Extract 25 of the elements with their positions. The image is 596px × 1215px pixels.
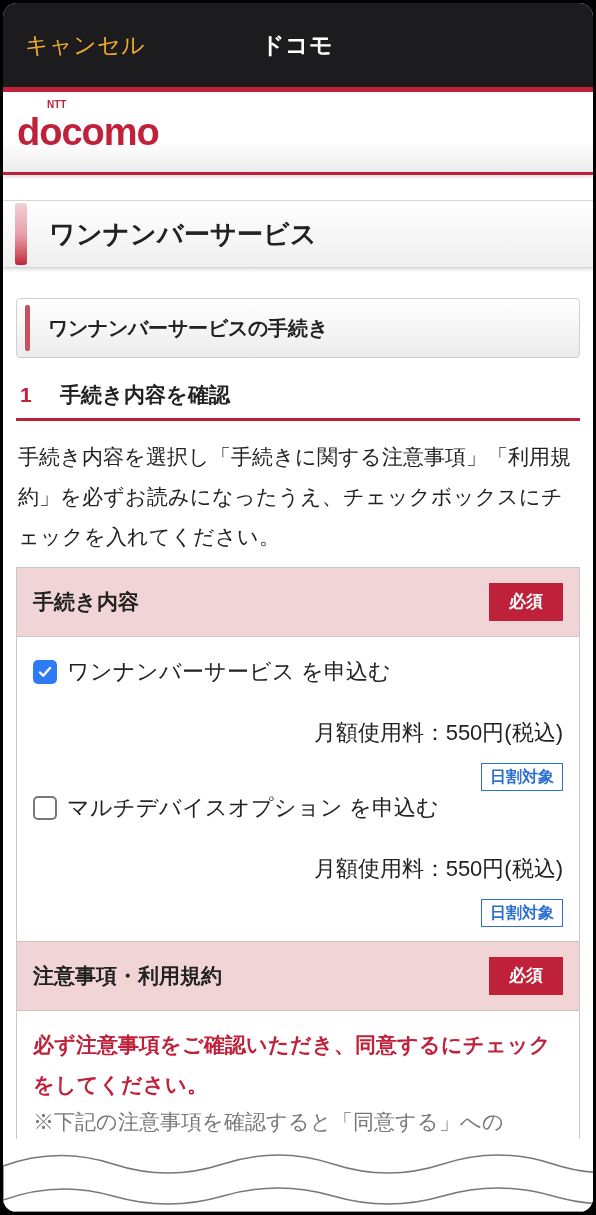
section-title: ワンナンバーサービスの手続き <box>48 316 328 341</box>
warning-text: 必ず注意事項をご確認いただき、同意するにチェックをしてください。 <box>33 1032 552 1098</box>
monthly-fee: 月額使用料：550円(税込) <box>313 719 563 747</box>
note-text: ※下記の注意事項を確認すると「同意する」への <box>33 1109 505 1135</box>
checkbox[interactable] <box>33 795 57 820</box>
option-checkbox[interactable]: ワンナンバーサービス を申込む <box>33 655 563 688</box>
required-badge: 必須 <box>489 583 563 621</box>
page-title: ワンナンバーサービス <box>49 217 317 251</box>
required-badge: 必須 <box>489 957 563 995</box>
option-checkbox[interactable]: マルチデバイスオプション を申込む <box>33 791 563 824</box>
section-heading: 注意事項・利用規約 <box>33 963 222 990</box>
step-number: 1 <box>20 382 33 409</box>
cancel-button[interactable]: キャンセル <box>25 27 145 63</box>
window-title: ドコモ <box>261 30 333 60</box>
instruction-text: 手続き内容を選択し「手続きに関する注意事項」「利用規約」を必ずお読みになったうえ、チェックボックスにチェックを入れてください。 <box>17 444 572 550</box>
section-heading: 手続き内容 <box>33 589 139 616</box>
accent-bar-icon <box>15 203 27 265</box>
step-title: 手続き内容を確認 <box>60 382 230 409</box>
prorated-tag: 日割対象 <box>481 763 563 791</box>
monthly-fee: 月額使用料：550円(税込) <box>313 855 563 883</box>
checkbox[interactable] <box>33 659 57 684</box>
logo-small-text: NTT <box>47 100 67 110</box>
logo-text: docomo <box>17 111 159 153</box>
prorated-tag: 日割対象 <box>481 899 563 927</box>
accent-bar-icon <box>25 305 30 351</box>
